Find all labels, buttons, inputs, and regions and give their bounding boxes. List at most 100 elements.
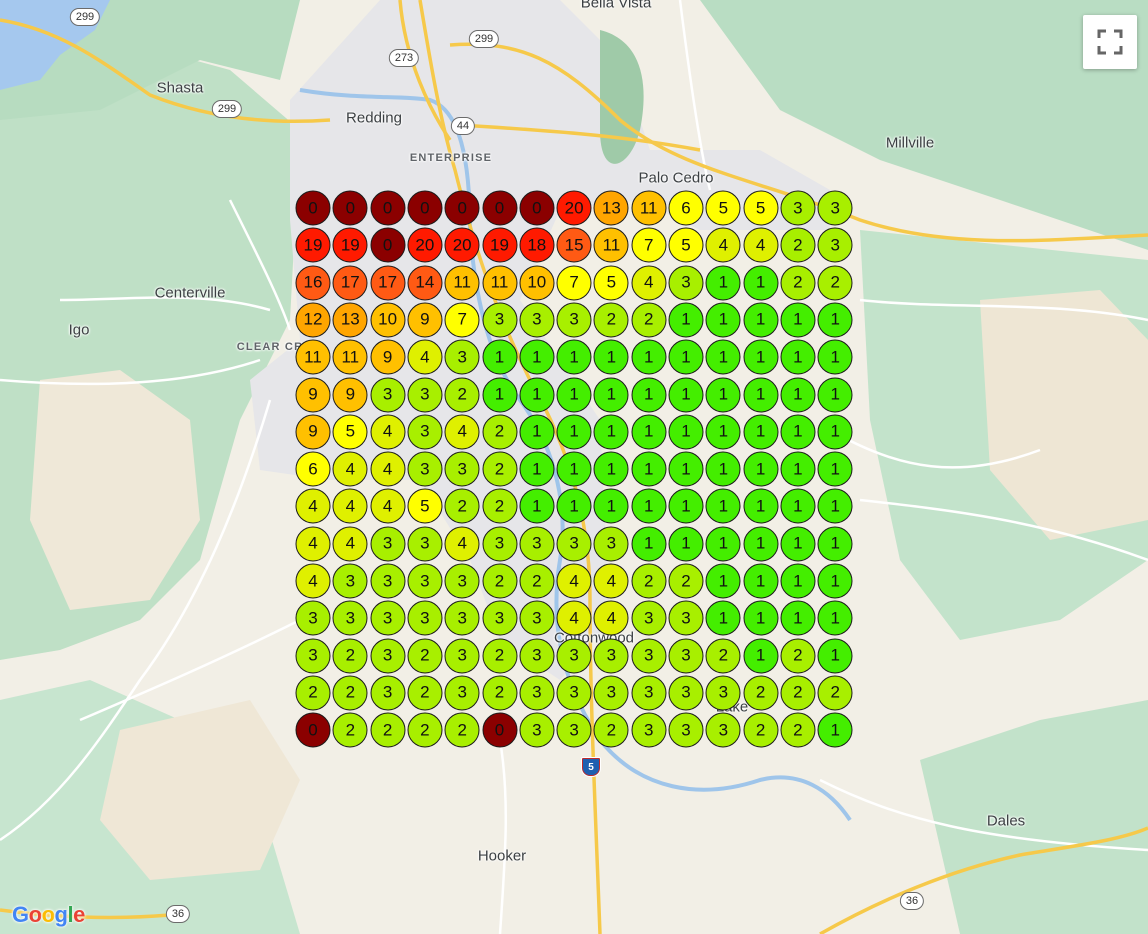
rank-cell-r5-c6[interactable]: 1 — [482, 339, 517, 375]
rank-cell-r5-c13[interactable]: 1 — [743, 339, 779, 375]
rank-cell-r8-c14[interactable]: 1 — [780, 451, 816, 487]
rank-cell-r10-c6[interactable]: 3 — [482, 526, 517, 562]
rank-cell-r6-c7[interactable]: 1 — [519, 377, 555, 412]
rank-cell-r12-c8[interactable]: 4 — [556, 600, 592, 636]
rank-cell-r3-c5[interactable]: 11 — [444, 265, 480, 301]
rank-cell-r7-c13[interactable]: 1 — [743, 414, 779, 450]
rank-cell-r2-c3[interactable]: 0 — [370, 227, 406, 263]
rank-cell-r10-c7[interactable]: 3 — [519, 526, 555, 562]
rank-cell-r13-c14[interactable]: 2 — [780, 638, 816, 674]
rank-cell-r6-c5[interactable]: 2 — [444, 377, 480, 412]
rank-cell-r10-c13[interactable]: 1 — [743, 526, 779, 562]
rank-cell-r12-c9[interactable]: 4 — [593, 600, 629, 636]
rank-cell-r8-c9[interactable]: 1 — [593, 451, 629, 487]
rank-cell-r1-c2[interactable]: 0 — [332, 190, 368, 226]
rank-cell-r9-c9[interactable]: 1 — [593, 488, 629, 524]
rank-cell-r2-c15[interactable]: 3 — [817, 227, 853, 263]
rank-cell-r15-c4[interactable]: 2 — [407, 712, 443, 748]
rank-cell-r7-c14[interactable]: 1 — [780, 414, 816, 450]
rank-cell-r9-c2[interactable]: 4 — [332, 488, 368, 524]
rank-cell-r12-c11[interactable]: 3 — [668, 600, 704, 636]
rank-cell-r12-c6[interactable]: 3 — [482, 600, 517, 636]
rank-cell-r1-c7[interactable]: 0 — [519, 190, 555, 226]
rank-cell-r5-c9[interactable]: 1 — [593, 339, 629, 375]
rank-cell-r11-c13[interactable]: 1 — [743, 563, 779, 599]
rank-cell-r3-c10[interactable]: 4 — [631, 265, 667, 301]
rank-cell-r2-c4[interactable]: 20 — [407, 227, 443, 263]
rank-cell-r12-c4[interactable]: 3 — [407, 600, 443, 636]
rank-cell-r2-c9[interactable]: 11 — [593, 227, 629, 263]
rank-cell-r15-c1[interactable]: 0 — [295, 712, 331, 748]
rank-cell-r12-c7[interactable]: 3 — [519, 600, 555, 636]
rank-cell-r13-c15[interactable]: 1 — [817, 638, 853, 674]
rank-cell-r2-c10[interactable]: 7 — [631, 227, 667, 263]
rank-cell-r14-c1[interactable]: 2 — [295, 675, 331, 711]
rank-cell-r11-c9[interactable]: 4 — [593, 563, 629, 599]
rank-cell-r3-c3[interactable]: 17 — [370, 265, 406, 301]
rank-cell-r6-c10[interactable]: 1 — [631, 377, 667, 412]
rank-cell-r12-c15[interactable]: 1 — [817, 600, 853, 636]
rank-cell-r14-c5[interactable]: 3 — [444, 675, 480, 711]
rank-cell-r4-c6[interactable]: 3 — [482, 302, 517, 338]
rank-cell-r2-c14[interactable]: 2 — [780, 227, 816, 263]
rank-cell-r13-c7[interactable]: 3 — [519, 638, 555, 674]
rank-cell-r3-c14[interactable]: 2 — [780, 265, 816, 301]
rank-cell-r14-c4[interactable]: 2 — [407, 675, 443, 711]
rank-cell-r10-c15[interactable]: 1 — [817, 526, 853, 562]
rank-cell-r15-c3[interactable]: 2 — [370, 712, 406, 748]
rank-cell-r8-c13[interactable]: 1 — [743, 451, 779, 487]
rank-cell-r8-c7[interactable]: 1 — [519, 451, 555, 487]
rank-cell-r13-c4[interactable]: 2 — [407, 638, 443, 674]
rank-cell-r9-c11[interactable]: 1 — [668, 488, 704, 524]
rank-cell-r4-c5[interactable]: 7 — [444, 302, 480, 338]
rank-cell-r2-c12[interactable]: 4 — [705, 227, 741, 263]
rank-cell-r1-c3[interactable]: 0 — [370, 190, 406, 226]
rank-cell-r6-c8[interactable]: 1 — [556, 377, 592, 412]
rank-cell-r15-c2[interactable]: 2 — [332, 712, 368, 748]
rank-cell-r1-c14[interactable]: 3 — [780, 190, 816, 226]
rank-cell-r11-c3[interactable]: 3 — [370, 563, 406, 599]
rank-cell-r14-c9[interactable]: 3 — [593, 675, 629, 711]
rank-cell-r9-c13[interactable]: 1 — [743, 488, 779, 524]
rank-cell-r8-c3[interactable]: 4 — [370, 451, 406, 487]
rank-cell-r14-c2[interactable]: 2 — [332, 675, 368, 711]
rank-cell-r8-c10[interactable]: 1 — [631, 451, 667, 487]
rank-cell-r13-c10[interactable]: 3 — [631, 638, 667, 674]
rank-cell-r10-c1[interactable]: 4 — [295, 526, 331, 562]
rank-cell-r13-c8[interactable]: 3 — [556, 638, 592, 674]
rank-cell-r4-c9[interactable]: 2 — [593, 302, 629, 338]
rank-cell-r4-c4[interactable]: 9 — [407, 302, 443, 338]
rank-cell-r10-c3[interactable]: 3 — [370, 526, 406, 562]
rank-cell-r10-c5[interactable]: 4 — [444, 526, 480, 562]
rank-cell-r9-c3[interactable]: 4 — [370, 488, 406, 524]
rank-cell-r5-c4[interactable]: 4 — [407, 339, 443, 375]
rank-cell-r5-c11[interactable]: 1 — [668, 339, 704, 375]
rank-cell-r10-c9[interactable]: 3 — [593, 526, 629, 562]
rank-cell-r4-c1[interactable]: 12 — [295, 302, 331, 338]
rank-cell-r11-c10[interactable]: 2 — [631, 563, 667, 599]
rank-cell-r3-c12[interactable]: 1 — [705, 265, 741, 301]
rank-cell-r7-c12[interactable]: 1 — [705, 414, 741, 450]
rank-cell-r9-c10[interactable]: 1 — [631, 488, 667, 524]
rank-cell-r14-c14[interactable]: 2 — [780, 675, 816, 711]
rank-cell-r14-c3[interactable]: 3 — [370, 675, 406, 711]
rank-cell-r11-c14[interactable]: 1 — [780, 563, 816, 599]
rank-cell-r9-c8[interactable]: 1 — [556, 488, 592, 524]
rank-cell-r6-c6[interactable]: 1 — [482, 377, 517, 412]
rank-cell-r6-c2[interactable]: 9 — [332, 377, 368, 412]
rank-cell-r12-c13[interactable]: 1 — [743, 600, 779, 636]
rank-cell-r1-c10[interactable]: 11 — [631, 190, 667, 226]
rank-cell-r13-c5[interactable]: 3 — [444, 638, 480, 674]
rank-cell-r2-c7[interactable]: 18 — [519, 227, 555, 263]
rank-cell-r7-c15[interactable]: 1 — [817, 414, 853, 450]
rank-cell-r14-c6[interactable]: 2 — [482, 675, 517, 711]
rank-cell-r8-c8[interactable]: 1 — [556, 451, 592, 487]
rank-cell-r10-c10[interactable]: 1 — [631, 526, 667, 562]
rank-cell-r12-c5[interactable]: 3 — [444, 600, 480, 636]
rank-cell-r6-c11[interactable]: 1 — [668, 377, 704, 412]
rank-cell-r3-c9[interactable]: 5 — [593, 265, 629, 301]
rank-cell-r11-c6[interactable]: 2 — [482, 563, 517, 599]
rank-cell-r3-c1[interactable]: 16 — [295, 265, 331, 301]
rank-cell-r10-c12[interactable]: 1 — [705, 526, 741, 562]
rank-cell-r3-c4[interactable]: 14 — [407, 265, 443, 301]
